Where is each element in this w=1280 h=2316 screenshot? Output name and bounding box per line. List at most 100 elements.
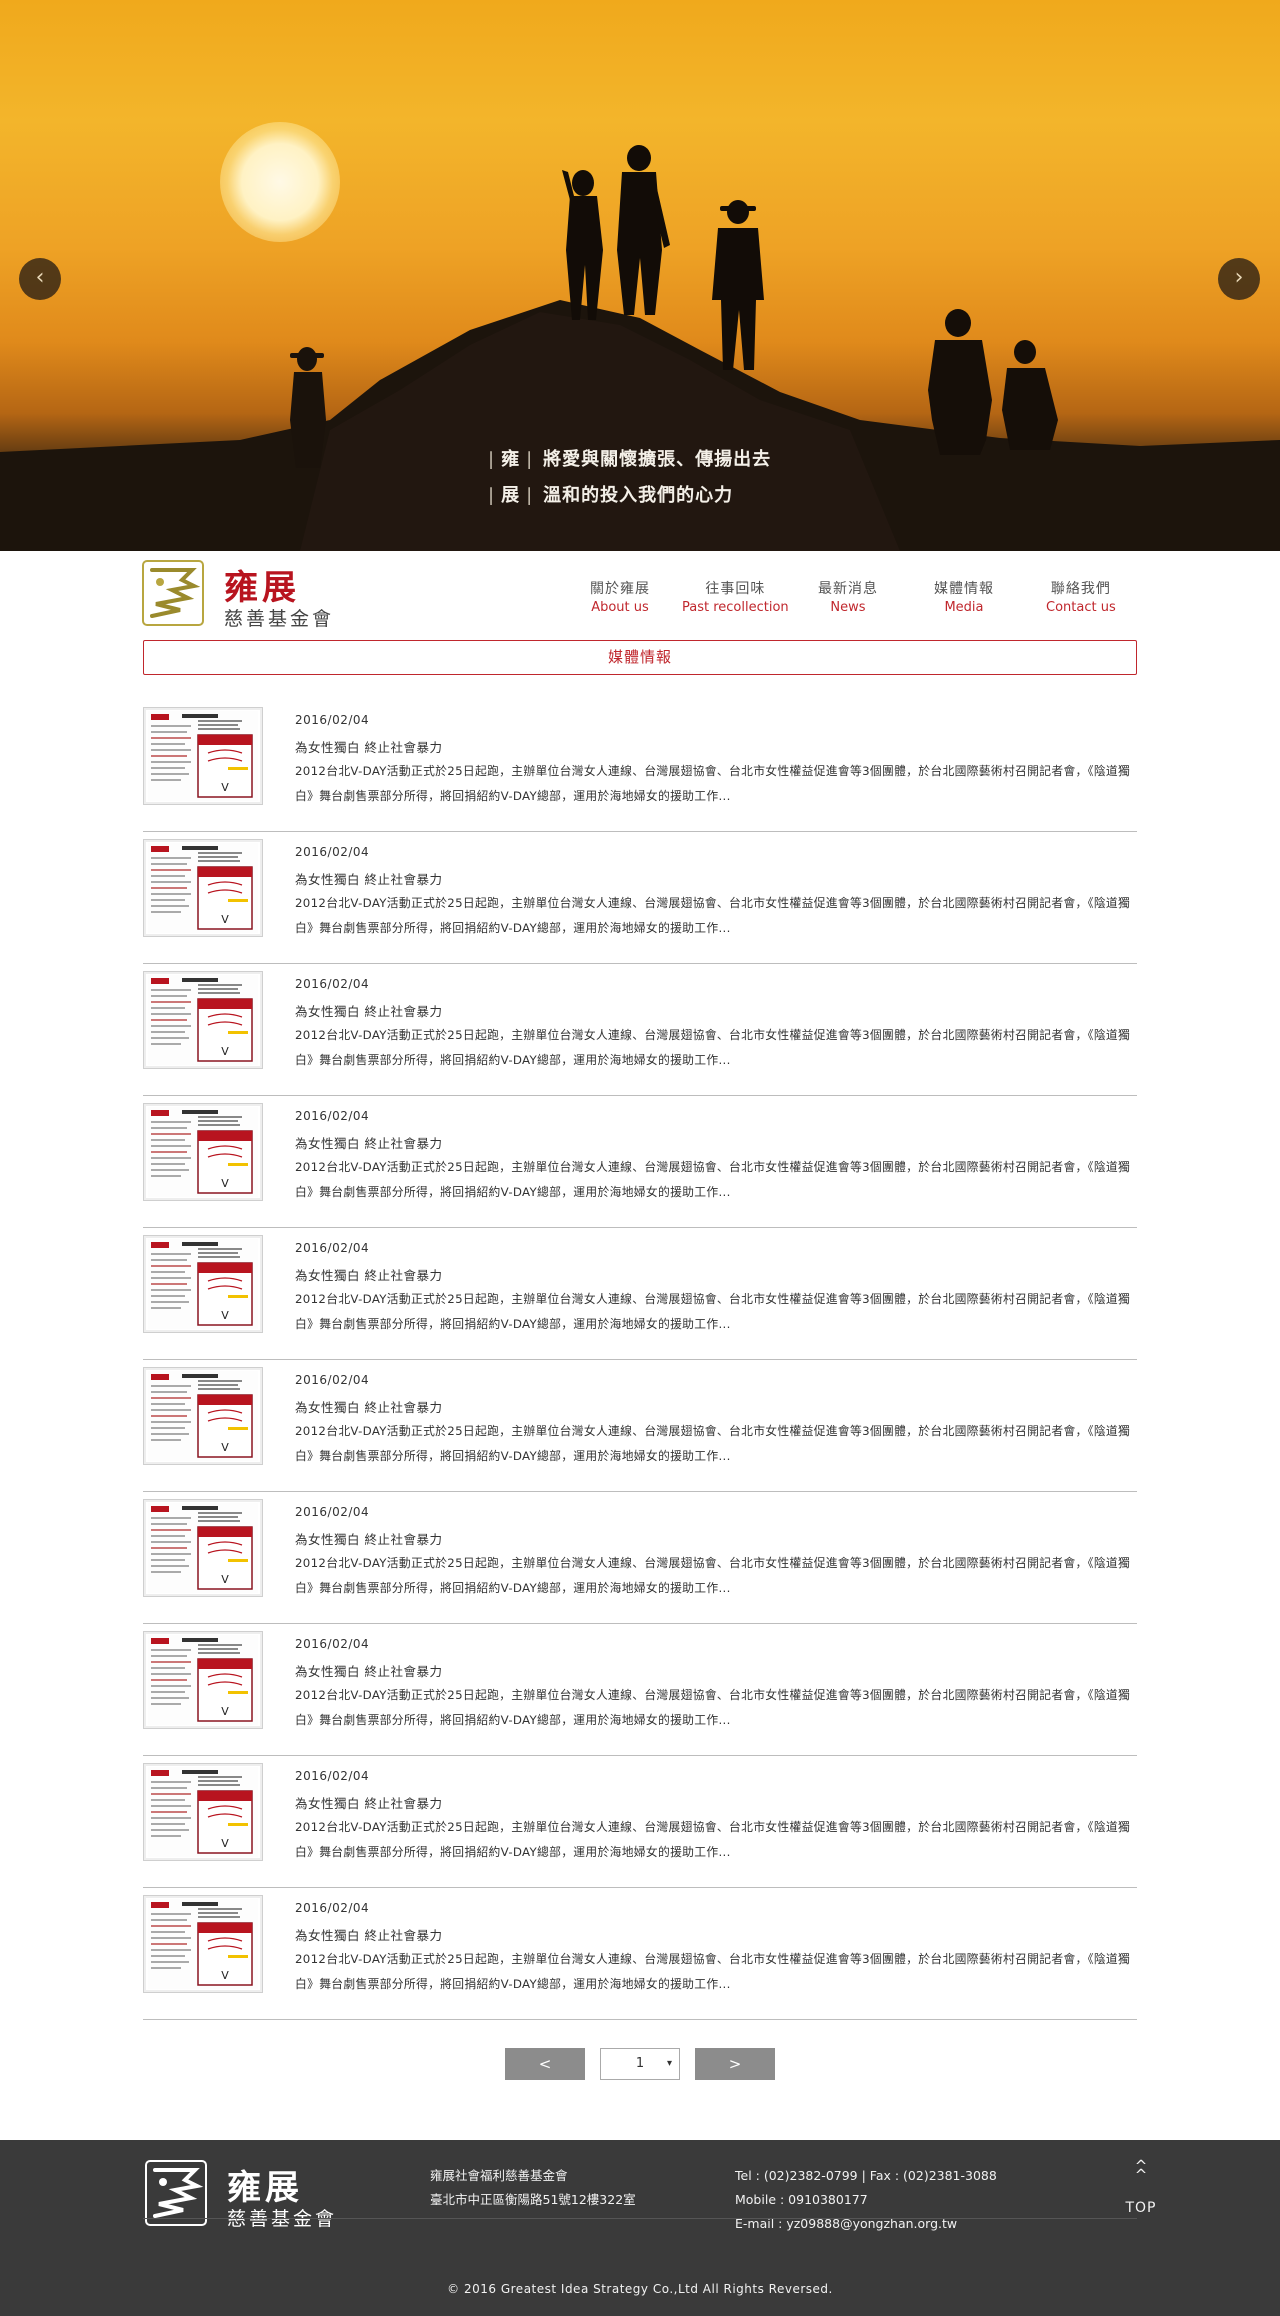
nav-label-zh: 關於雍展 xyxy=(590,581,650,597)
nav-label-en: Media xyxy=(944,600,984,615)
footer-brand-name: 雍展 xyxy=(227,2168,303,2208)
pagination: < 1 ▾ > xyxy=(0,2048,1280,2082)
nav-item-contact[interactable]: 聯絡我們 Contact us xyxy=(1046,578,1116,615)
article-row[interactable]: V 2016/02/04 為女性獨白 終止社會暴力 2012台北V-DAY活動正式於2… xyxy=(143,1492,1137,1624)
slogan-text: 溫和的投入我們的心力 xyxy=(543,485,734,506)
footer-logo[interactable]: 雍展 慈善基金會 xyxy=(145,2160,345,2230)
article-thumbnail-image: V xyxy=(148,843,258,933)
article-thumbnail[interactable]: V xyxy=(143,1235,263,1333)
article-title[interactable]: 為女性獨白 終止社會暴力 xyxy=(295,1925,442,1944)
logo-emblem-icon xyxy=(142,560,204,626)
nav-label-en: Contact us xyxy=(1046,600,1116,615)
article-thumbnail[interactable]: V xyxy=(143,1763,263,1861)
article-summary: 2012台北V-DAY活動正式於25日起跑，主辦單位台灣女人連線、台灣展翅協會、… xyxy=(295,1028,1131,1067)
article-thumbnail-image: V xyxy=(148,1239,258,1329)
article-row[interactable]: V 2016/02/04 為女性獨白 終止社會暴力 2012台北V-DAY活動正式於2… xyxy=(143,1888,1137,2020)
article-summary: 2012台北V-DAY活動正式於25日起跑，主辦單位台灣女人連線、台灣展翅協會、… xyxy=(295,1160,1131,1199)
article-row[interactable]: V 2016/02/04 為女性獨白 終止社會暴力 2012台北V-DAY活動正式於2… xyxy=(143,1096,1137,1228)
site-logo[interactable]: 雍展 慈善基金會 xyxy=(142,560,342,630)
nav-item-about[interactable]: 關於雍展 About us xyxy=(590,578,650,615)
nav-label-en: News xyxy=(830,600,866,615)
article-title[interactable]: 為女性獨白 終止社會暴力 xyxy=(295,1661,442,1680)
article-thumbnail-image: V xyxy=(148,711,258,801)
page-select-value: 1 xyxy=(635,2056,645,2071)
article-summary: 2012台北V-DAY活動正式於25日起跑，主辦單位台灣女人連線、台灣展翅協會、… xyxy=(295,1556,1131,1595)
article-row[interactable]: V 2016/02/04 為女性獨白 終止社會暴力 2012台北V-DAY活動正式於2… xyxy=(143,1228,1137,1360)
nav-item-past-recollection[interactable]: 往事回味 Past recollection xyxy=(682,578,789,615)
hero-banner: ‹ › | 雍 | 將愛與關懷擴張、傳揚出去 | 展 | 溫和的投入我們的心力 xyxy=(0,0,1280,551)
nav-label-zh: 最新消息 xyxy=(818,581,878,597)
nav-label-zh: 聯絡我們 xyxy=(1050,581,1111,597)
next-page-button[interactable]: > xyxy=(695,2048,775,2080)
article-date: 2016/02/04 xyxy=(295,1109,370,1123)
article-title[interactable]: 為女性獨白 終止社會暴力 xyxy=(295,1265,442,1284)
article-row[interactable]: V 2016/02/04 為女性獨白 終止社會暴力 2012台北V-DAY活動正式於2… xyxy=(143,964,1137,1096)
hero-slogan-line-2: | 展 | 溫和的投入我們的心力 xyxy=(488,485,734,506)
back-to-top-label: TOP xyxy=(1125,2200,1157,2216)
article-date: 2016/02/04 xyxy=(295,1769,370,1783)
svg-text:V: V xyxy=(221,1705,229,1718)
svg-text:V: V xyxy=(221,1177,229,1190)
copyright: © 2016 Greatest Idea Strategy Co.,Ltd Al… xyxy=(447,2282,833,2296)
article-thumbnail-image: V xyxy=(148,1767,258,1857)
article-title[interactable]: 為女性獨白 終止社會暴力 xyxy=(295,1397,442,1416)
article-date: 2016/02/04 xyxy=(295,1241,370,1255)
article-row[interactable]: V 2016/02/04 為女性獨白 終止社會暴力 2012台北V-DAY活動正式於2… xyxy=(143,1624,1137,1756)
article-thumbnail[interactable]: V xyxy=(143,1103,263,1201)
article-date: 2016/02/04 xyxy=(295,845,370,859)
nav-item-news[interactable]: 最新消息 News xyxy=(818,578,878,615)
carousel-prev-button[interactable]: ‹ xyxy=(19,258,61,300)
svg-text:V: V xyxy=(221,1837,229,1850)
page-select[interactable]: 1 ▾ xyxy=(600,2048,680,2080)
article-thumbnail[interactable]: V xyxy=(143,1367,263,1465)
article-thumbnail-image: V xyxy=(148,1899,258,1989)
article-row[interactable]: V 2016/02/04 為女性獨白 終止社會暴力 2012台北V-DAY活動正式於2… xyxy=(143,1756,1137,1888)
article-title[interactable]: 為女性獨白 終止社會暴力 xyxy=(295,869,442,888)
nav-label-en: About us xyxy=(591,600,649,615)
article-title[interactable]: 為女性獨白 終止社會暴力 xyxy=(295,737,442,756)
article-date: 2016/02/04 xyxy=(295,1505,370,1519)
footer-contact-info: Tel : (02)2382-0799 | Fax : (02)2381-308… xyxy=(735,2164,997,2236)
slogan-char: 雍 xyxy=(501,449,521,470)
article-thumbnail[interactable]: V xyxy=(143,1631,263,1729)
hero-slogan-line-1: | 雍 | 將愛與關懷擴張、傳揚出去 xyxy=(488,449,772,470)
article-summary: 2012台北V-DAY活動正式於25日起跑，主辦單位台灣女人連線、台灣展翅協會、… xyxy=(295,1424,1131,1463)
slogan-char: 展 xyxy=(501,485,521,506)
article-row[interactable]: V 2016/02/04 為女性獨白 終止社會暴力 2012台北V-DAY活動正式於2… xyxy=(143,832,1137,964)
article-thumbnail-image: V xyxy=(148,1635,258,1725)
svg-text:V: V xyxy=(221,1441,229,1454)
article-title[interactable]: 為女性獨白 終止社會暴力 xyxy=(295,1793,442,1812)
prev-page-button[interactable]: < xyxy=(505,2048,585,2080)
article-summary: 2012台北V-DAY活動正式於25日起跑，主辦單位台灣女人連線、台灣展翅協會、… xyxy=(295,896,1131,935)
brand-name: 雍展 xyxy=(224,568,300,608)
svg-text:V: V xyxy=(221,781,229,794)
nav-item-media[interactable]: 媒體情報 Media xyxy=(934,578,994,615)
footer-mobile: Mobile : 0910380177 xyxy=(735,2192,868,2207)
article-row[interactable]: V 2016/02/04 為女性獨白 終止社會暴力 2012台北V-DAY活動正式於2… xyxy=(143,700,1137,832)
article-thumbnail[interactable]: V xyxy=(143,1895,263,1993)
svg-text:V: V xyxy=(221,913,229,926)
article-thumbnail[interactable]: V xyxy=(143,839,263,937)
article-date: 2016/02/04 xyxy=(295,1901,370,1915)
article-title[interactable]: 為女性獨白 終止社會暴力 xyxy=(295,1529,442,1548)
article-thumbnail-image: V xyxy=(148,1107,258,1197)
carousel-next-button[interactable]: › xyxy=(1218,258,1260,300)
dropdown-arrow-icon: ▾ xyxy=(666,2058,672,2069)
article-title[interactable]: 為女性獨白 終止社會暴力 xyxy=(295,1133,442,1152)
footer-email[interactable]: E-mail : yz09888@yongzhan.org.tw xyxy=(735,2212,997,2236)
article-thumbnail[interactable]: V xyxy=(143,707,263,805)
nav-label-zh: 媒體情報 xyxy=(934,581,994,597)
chevron-up-icon: ^ xyxy=(1134,2166,1148,2184)
article-list: V 2016/02/04 為女性獨白 終止社會暴力 2012台北V-DAY活動正式於2… xyxy=(143,700,1137,2020)
article-row[interactable]: V 2016/02/04 為女性獨白 終止社會暴力 2012台北V-DAY活動正式於2… xyxy=(143,1360,1137,1492)
article-thumbnail[interactable]: V xyxy=(143,971,263,1069)
article-date: 2016/02/04 xyxy=(295,977,370,991)
svg-text:V: V xyxy=(221,1573,229,1586)
article-title[interactable]: 為女性獨白 終止社會暴力 xyxy=(295,1001,442,1020)
footer-org-info: 雍展社會福利慈善基金會 臺北市中正區衡陽路51號12樓322室 xyxy=(430,2164,636,2212)
article-thumbnail[interactable]: V xyxy=(143,1499,263,1597)
back-to-top-button[interactable]: ^ ^ TOP xyxy=(1115,2159,1167,2217)
article-thumbnail-image: V xyxy=(148,1371,258,1461)
brand-subtitle: 慈善基金會 xyxy=(224,608,335,630)
footer-divider xyxy=(143,2218,1137,2219)
